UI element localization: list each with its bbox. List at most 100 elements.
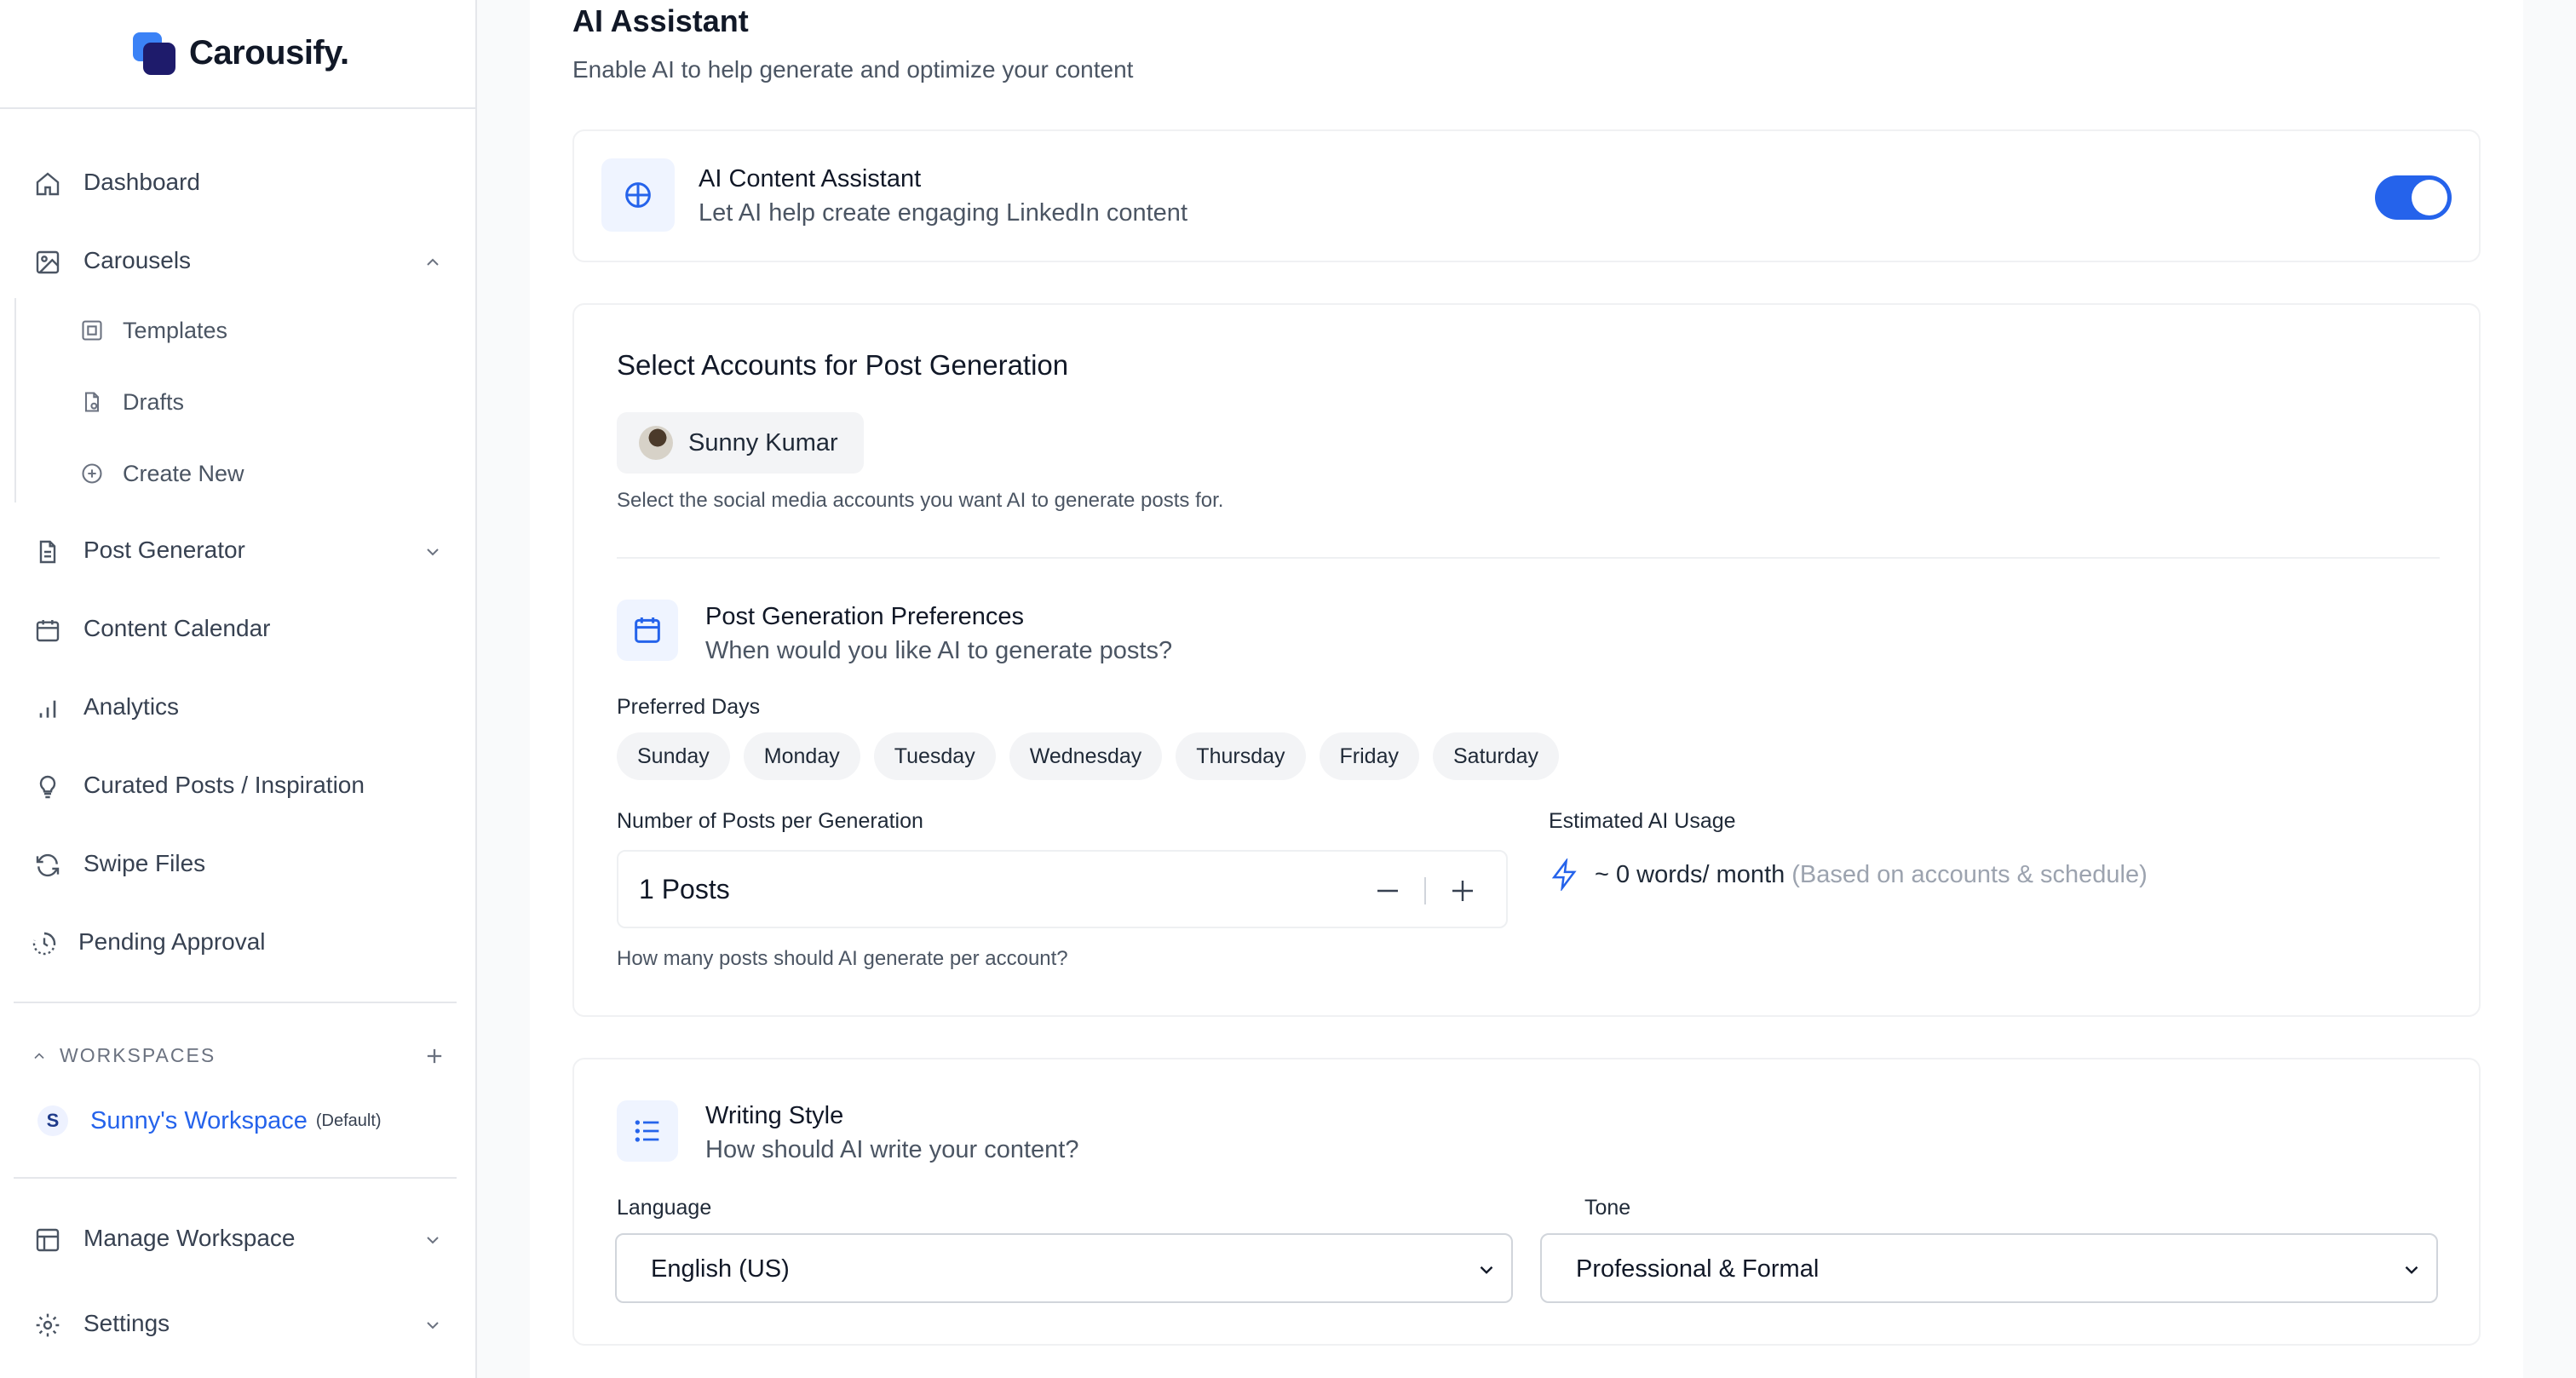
workspace-avatar: S: [37, 1105, 68, 1136]
sidebar-item-label: Settings: [83, 1310, 170, 1336]
generation-card: Select Accounts for Post Generation Sunn…: [572, 303, 2481, 1017]
chevron-up-icon[interactable]: [423, 252, 443, 273]
minus-icon[interactable]: [1368, 871, 1407, 910]
plus-icon[interactable]: [1443, 871, 1482, 910]
preferred-days-label: Preferred Days: [617, 695, 761, 719]
sidebar-item-pending-approval[interactable]: Pending Approval: [14, 911, 457, 973]
clock-pending-icon: [31, 930, 58, 957]
assistant-card: AI Content Assistant Let AI help create …: [572, 129, 2481, 262]
workspaces-header[interactable]: WORKSPACES: [31, 1044, 216, 1067]
sidebar-divider: [14, 1002, 457, 1003]
lightbulb-icon: [34, 773, 61, 801]
posts-count-label: Number of Posts per Generation: [617, 809, 923, 833]
usage-value: ~ 0 words/ month: [1595, 860, 1785, 888]
page-title: AI Assistant: [572, 3, 749, 38]
template-icon: [80, 319, 104, 342]
language-value: English (US): [651, 1255, 790, 1283]
sidebar-item-carousels[interactable]: Carousels: [14, 230, 457, 291]
sidebar-item-label: Swipe Files: [83, 850, 206, 876]
day-chip-monday[interactable]: Monday: [743, 732, 860, 780]
accounts-hint: Select the social media accounts you wan…: [617, 489, 1224, 512]
toggle-knob: [2412, 180, 2447, 215]
language-select[interactable]: English (US): [615, 1233, 1513, 1303]
sidebar-item-label: Pending Approval: [78, 928, 266, 955]
brand-logo-icon: [133, 32, 177, 75]
section-divider: [617, 557, 2440, 559]
account-name: Sunny Kumar: [688, 428, 838, 456]
chevron-down-icon: [1475, 1259, 1498, 1281]
chevron-down-icon[interactable]: [423, 1315, 443, 1335]
assistant-title: AI Content Assistant: [699, 165, 922, 192]
writing-style-title: Writing Style: [705, 1102, 844, 1129]
submenu-guide: [14, 298, 16, 502]
sidebar-subitem-label: Drafts: [123, 388, 185, 415]
usage-estimate: ~ 0 words/ month (Based on accounts & sc…: [1549, 857, 2148, 893]
sidebar-item-settings[interactable]: Settings: [14, 1293, 457, 1354]
sidebar-item-content-calendar[interactable]: Content Calendar: [14, 598, 457, 659]
sidebar-item-dashboard[interactable]: Dashboard: [14, 152, 457, 213]
chevron-down-icon[interactable]: [423, 542, 443, 562]
usage-label: Estimated AI Usage: [1549, 809, 1736, 833]
sidebar: Carousify. Dashboard Carousels Templates…: [0, 0, 477, 1378]
chevron-up-icon: [31, 1048, 48, 1065]
writing-style-subtitle: How should AI write your content?: [705, 1136, 1079, 1163]
sidebar-item-post-generator[interactable]: Post Generator: [14, 520, 457, 581]
accounts-title: Select Accounts for Post Generation: [617, 349, 1069, 381]
preferred-days: Sunday Monday Tuesday Wednesday Thursday…: [617, 732, 1560, 780]
home-icon: [34, 170, 61, 198]
sidebar-subitem-label: Create New: [123, 460, 244, 486]
preferences-title: Post Generation Preferences: [705, 603, 1024, 630]
add-workspace-icon[interactable]: [423, 1044, 446, 1068]
day-chip-sunday[interactable]: Sunday: [617, 732, 730, 780]
posts-count-hint: How many posts should AI generate per ac…: [617, 947, 1068, 970]
day-chip-saturday[interactable]: Saturday: [1432, 732, 1560, 780]
language-label: Language: [617, 1196, 712, 1220]
brand-header: Carousify.: [0, 0, 475, 109]
day-chip-friday[interactable]: Friday: [1319, 732, 1419, 780]
chevron-down-icon: [2401, 1259, 2423, 1281]
workspace-name: Sunny's Workspace: [90, 1106, 308, 1134]
avatar: [639, 426, 673, 460]
tone-label: Tone: [1584, 1196, 1631, 1220]
tone-select[interactable]: Professional & Formal: [1540, 1233, 2438, 1303]
sidebar-item-swipe-files[interactable]: Swipe Files: [14, 833, 457, 894]
posts-stepper: 1 Posts: [617, 850, 1508, 928]
preferences-subtitle: When would you like AI to generate posts…: [705, 637, 1173, 664]
brand-name: Carousify.: [189, 34, 349, 72]
stepper-divider: [1424, 877, 1426, 904]
main-content: AI Assistant Enable AI to help generate …: [530, 0, 2523, 1378]
workspaces-heading: WORKSPACES: [60, 1044, 216, 1066]
sidebar-item-label: Content Calendar: [83, 615, 271, 641]
calendar-icon: [34, 617, 61, 644]
usage-note: (Based on accounts & schedule): [1791, 860, 2148, 888]
day-chip-wednesday[interactable]: Wednesday: [1009, 732, 1163, 780]
crosshair-icon: [601, 158, 675, 232]
account-chip[interactable]: Sunny Kumar: [617, 412, 864, 474]
posts-count-value: 1 Posts: [639, 874, 730, 904]
sidebar-item-analytics[interactable]: Analytics: [14, 676, 457, 738]
day-chip-thursday[interactable]: Thursday: [1176, 732, 1306, 780]
sidebar-item-label: Curated Posts / Inspiration: [83, 772, 365, 798]
sidebar-divider: [14, 1177, 457, 1179]
assistant-toggle[interactable]: [2375, 175, 2452, 220]
document-icon: [34, 538, 61, 566]
plus-circle-icon: [80, 462, 104, 485]
image-icon: [34, 249, 61, 276]
sidebar-item-label: Post Generator: [83, 537, 245, 563]
sidebar-item-curated[interactable]: Curated Posts / Inspiration: [14, 755, 457, 816]
sidebar-item-label: Carousels: [83, 247, 192, 273]
sidebar-subitem-label: Templates: [123, 317, 228, 343]
page-subtitle: Enable AI to help generate and optimize …: [572, 56, 1134, 83]
day-chip-tuesday[interactable]: Tuesday: [873, 732, 996, 780]
list-icon: [617, 1100, 678, 1162]
file-draft-icon: [80, 390, 104, 414]
bar-chart-icon: [34, 695, 61, 722]
chevron-down-icon[interactable]: [423, 1230, 443, 1250]
gear-icon: [34, 1312, 61, 1339]
sidebar-item-label: Analytics: [83, 693, 180, 720]
sidebar-item-label: Manage Workspace: [83, 1225, 296, 1251]
lightning-icon: [1549, 857, 1581, 893]
calendar-icon: [617, 600, 678, 661]
sidebar-item-manage-workspace[interactable]: Manage Workspace: [14, 1208, 457, 1269]
workspace-item[interactable]: S Sunny's Workspace (Default): [37, 1104, 382, 1138]
